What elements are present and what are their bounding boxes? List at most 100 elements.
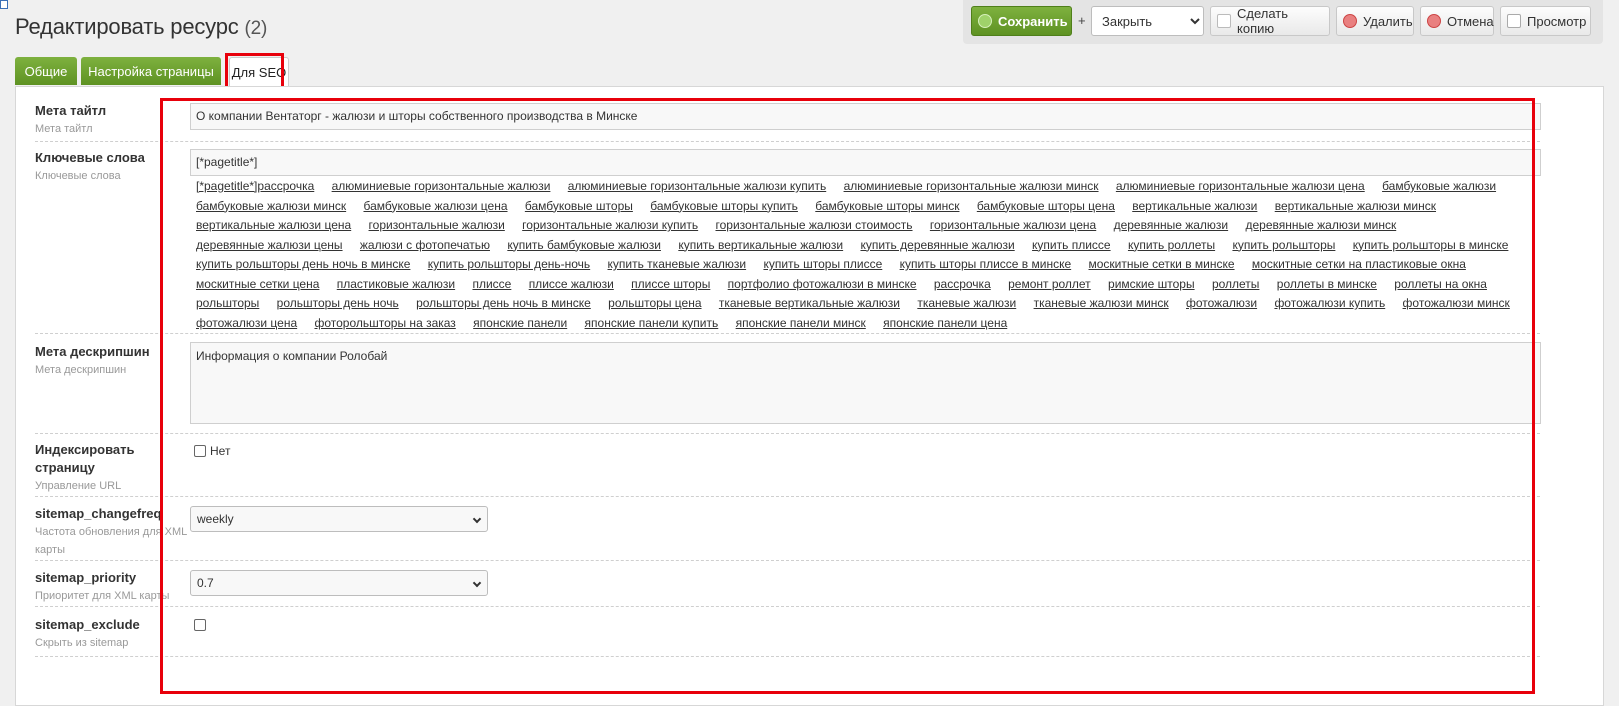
- separator: [35, 606, 1540, 607]
- keyword-tag[interactable]: бамбуковые жалюзи цена: [363, 199, 507, 213]
- index-page-desc: Управление URL: [35, 480, 122, 492]
- keyword-tag[interactable]: плиссе шторы: [631, 277, 710, 291]
- index-page-checkbox[interactable]: [194, 445, 206, 457]
- tab-page-settings[interactable]: Настройка страницы: [81, 57, 221, 85]
- keyword-tag[interactable]: купить тканевые жалюзи: [608, 257, 747, 271]
- separator: [35, 141, 1540, 142]
- meta-description-textarea[interactable]: Информация о компании Ролобай: [190, 342, 1541, 424]
- keyword-tag[interactable]: алюминиевые горизонтальные жалюзи минск: [844, 179, 1099, 193]
- keyword-tag[interactable]: портфолио фотожалюзи в минске: [728, 277, 917, 291]
- keyword-tag[interactable]: вертикальные жалюзи: [1132, 199, 1257, 213]
- resource-id: (2): [244, 18, 268, 39]
- keyword-tags: [*pagetitle*]рассрочка алюминиевые гориз…: [196, 177, 1536, 333]
- sitemap-changefreq-select[interactable]: weekly: [190, 506, 488, 532]
- sitemap-priority-select[interactable]: 0.7: [190, 570, 488, 596]
- keyword-tag[interactable]: алюминиевые горизонтальные жалюзи цена: [1116, 179, 1365, 193]
- index-page-label-line2: страницу: [35, 460, 95, 475]
- keyword-tag[interactable]: японские панели купить: [585, 316, 719, 330]
- meta-title-input[interactable]: О компании Вентаторг - жалюзи и шторы со…: [190, 103, 1541, 130]
- keyword-tag[interactable]: москитные сетки на пластиковые окна: [1252, 257, 1466, 271]
- keyword-tag[interactable]: ремонт роллет: [1008, 277, 1091, 291]
- keyword-tag[interactable]: горизонтальные жалюзи цена: [930, 218, 1096, 232]
- keyword-tag[interactable]: плиссе жалюзи: [529, 277, 614, 291]
- keyword-tag[interactable]: алюминиевые горизонтальные жалюзи: [332, 179, 551, 193]
- keyword-tag[interactable]: деревянные жалюзи цены: [196, 238, 343, 252]
- keyword-tag[interactable]: плиссе: [472, 277, 511, 291]
- keyword-tag[interactable]: бамбуковые жалюзи: [1382, 179, 1496, 193]
- delete-icon: [1343, 14, 1357, 28]
- sitemap-changefreq-value: weekly: [197, 512, 234, 526]
- keyword-tag[interactable]: горизонтальные жалюзи стоимость: [715, 218, 912, 232]
- preview-button[interactable]: Просмотр: [1500, 6, 1591, 36]
- keyword-tag[interactable]: купить рольшторы в минске: [1353, 238, 1509, 252]
- duplicate-button[interactable]: Сделать копию: [1210, 6, 1330, 36]
- keyword-tag[interactable]: купить вертикальные жалюзи: [678, 238, 843, 252]
- after-save-select[interactable]: Закрыть: [1091, 6, 1204, 36]
- meta-title-desc: Мета тайтл: [35, 123, 93, 135]
- keywords-input[interactable]: [*pagetitle*]: [190, 149, 1541, 176]
- keyword-tag[interactable]: купить шторы плиссе: [763, 257, 882, 271]
- tab-seo[interactable]: Для SEO: [229, 57, 289, 87]
- keyword-tag[interactable]: купить шторы плиссе в минске: [900, 257, 1072, 271]
- keyword-tag[interactable]: деревянные жалюзи: [1114, 218, 1229, 232]
- keyword-tag[interactable]: пластиковые жалюзи: [337, 277, 455, 291]
- keyword-tag[interactable]: рассрочка: [934, 277, 991, 291]
- keyword-tag[interactable]: рольшторы: [196, 296, 259, 310]
- keyword-tag[interactable]: купить рольшторы: [1232, 238, 1335, 252]
- keyword-tag[interactable]: рольшторы цена: [608, 296, 701, 310]
- keyword-tag[interactable]: рольшторы день ночь: [277, 296, 399, 310]
- keyword-tag[interactable]: вертикальные жалюзи минск: [1275, 199, 1436, 213]
- check-icon: [978, 14, 992, 28]
- keyword-tag-pagetitle[interactable]: [*pagetitle*]: [196, 179, 257, 193]
- keyword-tag[interactable]: купить роллеты: [1128, 238, 1215, 252]
- keyword-tag[interactable]: фотожалюзи: [1186, 296, 1257, 310]
- keyword-tag[interactable]: бамбуковые шторы купить: [650, 199, 798, 213]
- keyword-tag[interactable]: горизонтальные жалюзи: [369, 218, 505, 232]
- keyword-tag[interactable]: японские панели цена: [883, 316, 1007, 330]
- keyword-tag[interactable]: тканевые жалюзи: [917, 296, 1016, 310]
- keyword-tag[interactable]: горизонтальные жалюзи купить: [522, 218, 698, 232]
- keyword-tag[interactable]: тканевые жалюзи минск: [1034, 296, 1169, 310]
- keyword-tag[interactable]: бамбуковые шторы минск: [815, 199, 959, 213]
- sitemap-exclude-checkbox[interactable]: [194, 619, 206, 631]
- keyword-tag[interactable]: москитные сетки цена: [196, 277, 319, 291]
- separator: [35, 496, 1540, 497]
- save-button[interactable]: Сохранить: [971, 6, 1072, 36]
- cancel-icon: [1427, 14, 1441, 28]
- page-title-text: Редактировать ресурс: [15, 14, 239, 39]
- keyword-tag[interactable]: купить рольшторы день ночь в минске: [196, 257, 410, 271]
- meta-description-label: Мета дескрипшин: [35, 344, 150, 359]
- keyword-tag[interactable]: жалюзи с фотопечатью: [360, 238, 490, 252]
- cancel-button[interactable]: Отмена: [1420, 6, 1494, 36]
- keyword-tag[interactable]: роллеты в минске: [1277, 277, 1377, 291]
- keyword-tag[interactable]: фотожалюзи купить: [1274, 296, 1385, 310]
- keyword-tag[interactable]: бамбуковые шторы цена: [977, 199, 1115, 213]
- keyword-tag[interactable]: купить плиссе: [1032, 238, 1111, 252]
- keyword-tag[interactable]: бамбуковые жалюзи минск: [196, 199, 346, 213]
- tab-general[interactable]: Общие: [15, 57, 77, 85]
- keyword-tag[interactable]: роллеты на окна: [1394, 277, 1487, 291]
- page-title: Редактировать ресурс (2): [15, 14, 267, 40]
- keyword-tag[interactable]: алюминиевые горизонтальные жалюзи купить: [568, 179, 826, 193]
- action-toolbar: Сохранить + Закрыть Сделать копию Удалит…: [963, 0, 1603, 44]
- keyword-tag[interactable]: москитные сетки в минске: [1089, 257, 1235, 271]
- keyword-tag[interactable]: римские шторы: [1108, 277, 1195, 291]
- keyword-tag[interactable]: купить рольшторы день-ночь: [428, 257, 590, 271]
- keyword-tag[interactable]: роллеты: [1212, 277, 1259, 291]
- keyword-tag[interactable]: тканевые вертикальные жалюзи: [719, 296, 900, 310]
- keyword-tag[interactable]: фоторольшторы на заказ: [314, 316, 455, 330]
- keyword-tag[interactable]: бамбуковые шторы: [525, 199, 633, 213]
- keyword-tag[interactable]: фотожалюзи минск: [1403, 296, 1510, 310]
- keyword-tag[interactable]: рольшторы день ночь в минске: [416, 296, 591, 310]
- keyword-tag[interactable]: фотожалюзи цена: [196, 316, 297, 330]
- keyword-tag[interactable]: японские панели: [473, 316, 567, 330]
- keyword-tag[interactable]: купить деревянные жалюзи: [860, 238, 1014, 252]
- keyword-tag[interactable]: вертикальные жалюзи цена: [196, 218, 351, 232]
- preview-button-label: Просмотр: [1527, 13, 1587, 29]
- keyword-tag[interactable]: рассрочка: [257, 179, 314, 193]
- keyword-tag[interactable]: деревянные жалюзи минск: [1245, 218, 1396, 232]
- preview-icon: [1507, 14, 1521, 28]
- keyword-tag[interactable]: японские панели минск: [736, 316, 866, 330]
- delete-button[interactable]: Удалить: [1336, 6, 1414, 36]
- keyword-tag[interactable]: купить бамбуковые жалюзи: [507, 238, 661, 252]
